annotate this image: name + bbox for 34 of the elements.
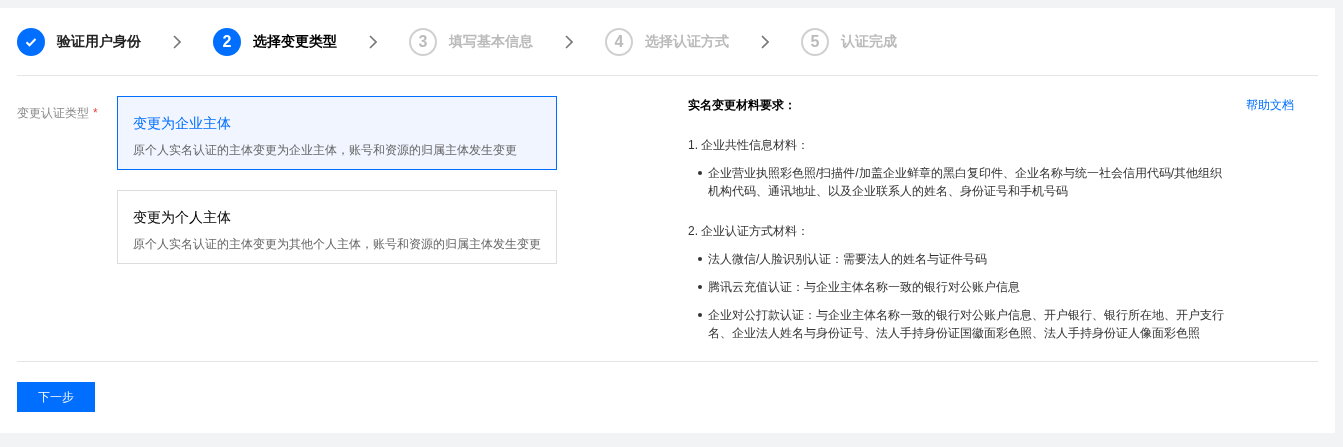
step-number: 4 bbox=[605, 27, 633, 56]
option-card[interactable]: 变更为企业主体 原个人实名认证的主体变更为企业主体，账号和资源的归属主体发生变更 bbox=[117, 96, 557, 170]
section-heading: 2. 企业认证方式材料： bbox=[688, 223, 811, 240]
option-title: 变更为企业主体 bbox=[133, 114, 232, 133]
help-link[interactable]: 帮助文档 bbox=[1246, 96, 1294, 114]
requirement-item: 法人微信/人脸识别认证：需要法人的姓名与证件号码 bbox=[708, 251, 989, 268]
option-description: 原个人实名认证的主体变更为企业主体，账号和资源的归属主体发生变更 bbox=[133, 142, 518, 159]
bullet-icon bbox=[698, 257, 702, 261]
bullet-icon bbox=[698, 171, 702, 175]
chevron-icon bbox=[565, 34, 573, 49]
step-number: 2 bbox=[213, 27, 241, 56]
requirement-item: 企业营业执照彩色照/扫描件/加盖企业鲜章的黑白复印件、企业名称与统一社会信用代码/其他组织机构代码、通讯地址、以及企业联系人的姓名、身份证号和手机号码 bbox=[708, 165, 1223, 200]
bullet-icon bbox=[698, 313, 702, 317]
field-label: 变更认证类型 bbox=[17, 105, 89, 122]
step-number: 3 bbox=[409, 27, 437, 56]
requirement-item: 腾讯云充值认证：与企业主体名称一致的银行对公账户信息 bbox=[708, 279, 1021, 296]
chevron-icon bbox=[761, 34, 769, 49]
step-number: 5 bbox=[801, 27, 829, 56]
requirement-item: 企业对公打款认证：与企业主体名称一致的银行对公账户信息、开户银行、银行所在地、开户支行名、企业法人姓名与身份证号、法人手持身份证国徽面彩色照、法人手持身份证人像面彩色照 bbox=[708, 307, 1225, 342]
section-heading: 1. 企业共性信息材料： bbox=[688, 137, 811, 154]
step-label: 填写基本信息 bbox=[449, 32, 533, 51]
next-button[interactable]: 下一步 bbox=[17, 382, 95, 412]
step-label: 选择变更类型 bbox=[253, 32, 337, 51]
chevron-icon bbox=[369, 34, 377, 49]
option-description: 原个人实名认证的主体变更为其他个人主体，账号和资源的归属主体发生变更 bbox=[133, 236, 541, 253]
requirements-title: 实名变更材料要求： bbox=[688, 97, 796, 114]
required-mark: * bbox=[93, 105, 98, 122]
chevron-icon bbox=[173, 34, 181, 49]
step-label: 验证用户身份 bbox=[57, 32, 141, 51]
option-title: 变更为个人主体 bbox=[133, 208, 232, 227]
bullet-icon bbox=[698, 285, 702, 289]
step-label: 认证完成 bbox=[841, 32, 897, 51]
option-card[interactable]: 变更为个人主体 原个人实名认证的主体变更为其他个人主体，账号和资源的归属主体发生变更 bbox=[117, 190, 557, 264]
step-label: 选择认证方式 bbox=[645, 32, 729, 51]
